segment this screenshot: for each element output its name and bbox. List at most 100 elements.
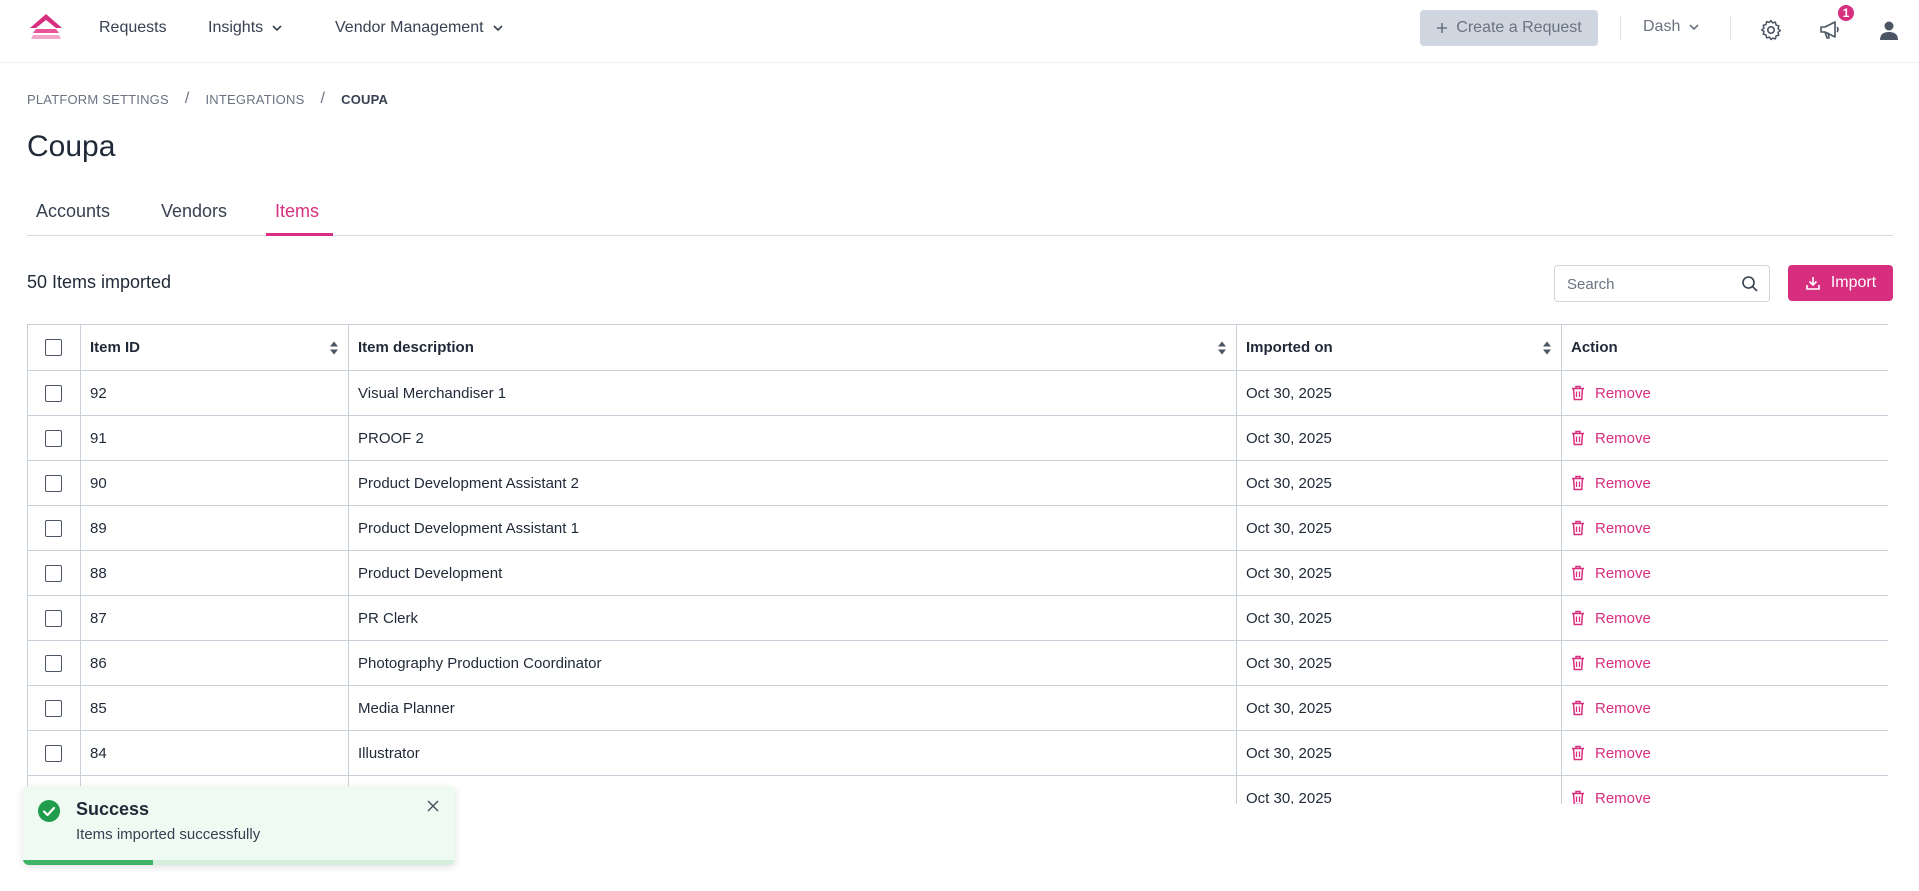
- action-cell: Remove: [1561, 415, 1888, 461]
- row-checkbox[interactable]: [45, 564, 62, 582]
- imported-on: Oct 30, 2025: [1246, 744, 1332, 762]
- remove-button[interactable]: Remove: [1571, 610, 1879, 627]
- search-icon[interactable]: [1741, 275, 1759, 293]
- nav-insights[interactable]: Insights: [208, 18, 283, 38]
- imported-on-cell: Oct 30, 2025: [1236, 775, 1562, 804]
- item-id: 86: [90, 654, 107, 672]
- row-select-cell: [27, 730, 81, 776]
- breadcrumb-platform-settings[interactable]: PLATFORM SETTINGS: [27, 92, 169, 107]
- items-table: Item ID Item description Imported on Act…: [27, 324, 1888, 804]
- remove-button[interactable]: Remove: [1571, 700, 1879, 717]
- tab-items[interactable]: Items: [275, 201, 319, 222]
- table-row: 86 Photography Production Coordinator Oc…: [27, 640, 1888, 686]
- remove-button[interactable]: Remove: [1571, 385, 1879, 402]
- tab-accounts[interactable]: Accounts: [36, 201, 110, 222]
- nav-vendor-management[interactable]: Vendor Management: [335, 18, 504, 38]
- row-checkbox[interactable]: [45, 474, 62, 492]
- remove-label: Remove: [1595, 744, 1651, 762]
- header-divider: [1730, 16, 1731, 40]
- row-checkbox[interactable]: [45, 429, 62, 447]
- imported-on-cell: Oct 30, 2025: [1236, 505, 1562, 551]
- table-row: 87 PR Clerk Oct 30, 2025 Remove: [27, 595, 1888, 641]
- imported-on: Oct 30, 2025: [1246, 474, 1332, 492]
- import-button[interactable]: Import: [1788, 265, 1893, 301]
- sort-icon[interactable]: [1217, 340, 1227, 356]
- column-item-description[interactable]: Item description: [348, 324, 1237, 371]
- item-description: Product Development Assistant 2: [358, 474, 579, 492]
- breadcrumb: PLATFORM SETTINGS / INTEGRATIONS / COUPA: [27, 90, 388, 108]
- imported-on-cell: Oct 30, 2025: [1236, 550, 1562, 596]
- sort-icon[interactable]: [1542, 340, 1552, 356]
- imported-on-cell: Oct 30, 2025: [1236, 460, 1562, 506]
- remove-label: Remove: [1595, 789, 1651, 805]
- chevron-down-icon: [272, 25, 282, 32]
- remove-label: Remove: [1595, 519, 1651, 537]
- item-description-cell: Illustrator: [348, 730, 1237, 776]
- imported-on-cell: Oct 30, 2025: [1236, 640, 1562, 686]
- top-navigation-bar: Requests Insights Vendor Management Crea…: [0, 0, 1919, 63]
- imported-on: Oct 30, 2025: [1246, 384, 1332, 402]
- user-menu-button[interactable]: [1876, 17, 1902, 43]
- remove-button[interactable]: Remove: [1571, 655, 1879, 672]
- column-item-id[interactable]: Item ID: [80, 324, 349, 371]
- row-checkbox[interactable]: [45, 519, 62, 537]
- item-id-cell: 85: [80, 685, 349, 731]
- settings-button[interactable]: [1758, 17, 1784, 43]
- trash-icon: [1572, 655, 1584, 671]
- table-row: 89 Product Development Assistant 1 Oct 3…: [27, 505, 1888, 551]
- sort-icon[interactable]: [329, 340, 339, 356]
- row-select-cell: [27, 595, 81, 641]
- imported-on: Oct 30, 2025: [1246, 429, 1332, 447]
- trash-icon: [1572, 790, 1584, 804]
- breadcrumb-integrations[interactable]: INTEGRATIONS: [206, 92, 305, 107]
- row-checkbox[interactable]: [45, 699, 62, 717]
- item-description-cell: Product Development Assistant 2: [348, 460, 1237, 506]
- remove-button[interactable]: Remove: [1571, 789, 1879, 805]
- item-description-cell: Visual Merchandiser 1: [348, 370, 1237, 416]
- item-id: 90: [90, 474, 107, 492]
- items-table-container[interactable]: Item ID Item description Imported on Act…: [27, 324, 1888, 804]
- items-count-label: 50 Items imported: [27, 272, 172, 292]
- remove-button[interactable]: Remove: [1571, 475, 1879, 492]
- column-imported-on[interactable]: Imported on: [1236, 324, 1562, 371]
- row-checkbox[interactable]: [45, 654, 62, 672]
- action-cell: Remove: [1561, 685, 1888, 731]
- table-row: 88 Product Development Oct 30, 2025 Remo…: [27, 550, 1888, 596]
- item-description-cell: PROOF 2: [348, 415, 1237, 461]
- logo-icon[interactable]: [28, 12, 64, 44]
- imported-on-cell: Oct 30, 2025: [1236, 730, 1562, 776]
- item-id-cell: 86: [80, 640, 349, 686]
- item-id-cell: 92: [80, 370, 349, 416]
- remove-label: Remove: [1595, 654, 1651, 672]
- workspace-selector[interactable]: Dash: [1643, 18, 1700, 36]
- remove-button[interactable]: Remove: [1571, 745, 1879, 762]
- row-select-cell: [27, 505, 81, 551]
- remove-button[interactable]: Remove: [1571, 520, 1879, 537]
- search-input[interactable]: [1567, 274, 1727, 294]
- trash-icon: [1572, 565, 1584, 581]
- tab-vendors[interactable]: Vendors: [161, 201, 227, 222]
- column-item-id-label: Item ID: [90, 339, 141, 356]
- action-cell: Remove: [1561, 460, 1888, 506]
- nav-requests[interactable]: Requests: [99, 18, 167, 38]
- row-checkbox[interactable]: [45, 609, 62, 627]
- create-request-button[interactable]: Create a Request: [1420, 10, 1598, 46]
- toast-message: Items imported successfully: [76, 826, 261, 843]
- row-checkbox[interactable]: [45, 744, 62, 762]
- item-id-cell: 89: [80, 505, 349, 551]
- breadcrumb-separator: /: [184, 90, 190, 107]
- header-divider: [1620, 16, 1621, 40]
- close-icon[interactable]: [425, 798, 441, 814]
- item-description-cell: Media Planner: [348, 685, 1237, 731]
- remove-button[interactable]: Remove: [1571, 565, 1879, 582]
- remove-button[interactable]: Remove: [1571, 430, 1879, 447]
- item-id: 85: [90, 699, 107, 717]
- item-id: 87: [90, 609, 107, 627]
- select-all-checkbox[interactable]: [45, 339, 62, 357]
- item-description: Visual Merchandiser 1: [358, 384, 507, 402]
- row-checkbox[interactable]: [45, 384, 62, 402]
- item-id: 89: [90, 519, 107, 537]
- item-description-cell: PR Clerk: [348, 595, 1237, 641]
- item-id-cell: 88: [80, 550, 349, 596]
- nav-vendor-management-label: Vendor Management: [335, 19, 484, 36]
